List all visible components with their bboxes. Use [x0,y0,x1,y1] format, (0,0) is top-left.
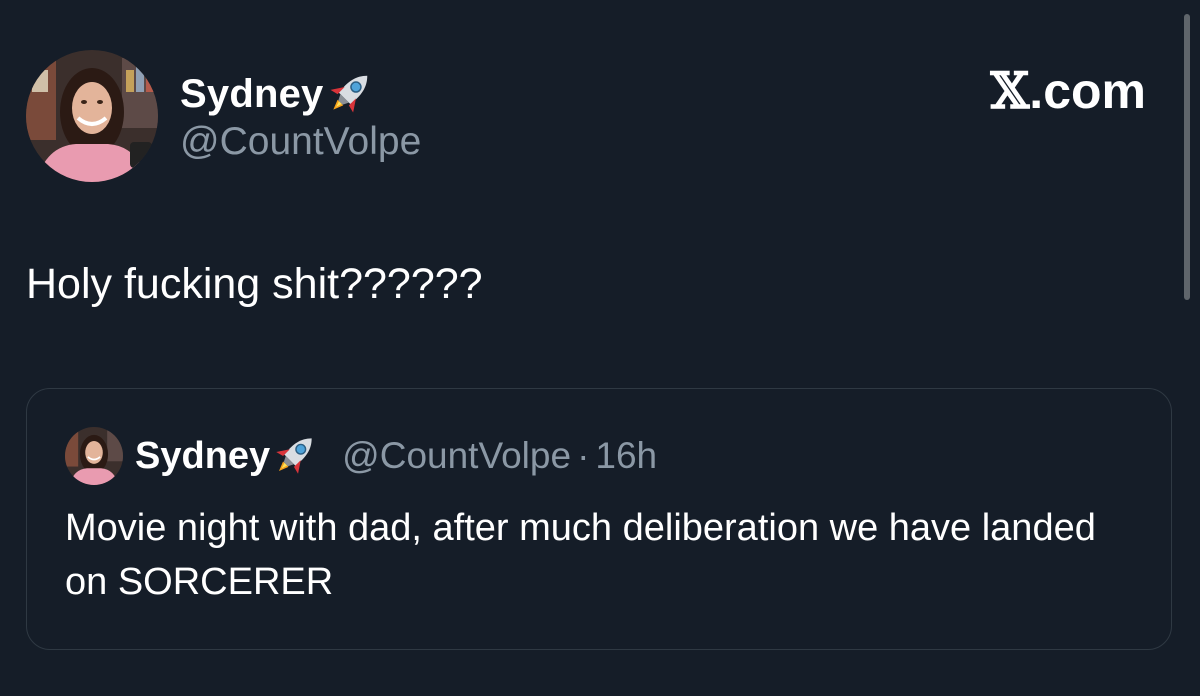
rocket-icon [324,65,378,124]
tweet-screenshot: Sydney @CountVolpe 𝕏 .com Holy fucking s… [0,0,1200,696]
author-name-row: Sydney [180,66,378,122]
quoted-tweet-text: Movie night with dad, after much deliber… [65,507,1096,603]
author-name[interactable]: Sydney [180,72,324,117]
quoted-avatar-photo [65,427,123,485]
scrollbar[interactable] [1184,14,1190,300]
tweet-text: Holy fucking shit?????? [26,260,483,308]
site-label: 𝕏 .com [991,62,1147,120]
author-handle[interactable]: @CountVolpe [180,120,421,164]
rocket-icon [270,428,322,485]
x-logo-icon: 𝕏 [990,61,1030,120]
quoted-author-avatar[interactable] [65,427,123,485]
author-avatar[interactable] [26,50,158,182]
quoted-author-name[interactable]: Sydney [135,435,270,478]
quoted-separator: · [577,435,590,476]
site-label-suffix: .com [1029,63,1146,119]
avatar-photo [26,50,158,182]
quoted-author-handle[interactable]: @CountVolpe [342,435,571,477]
quoted-tweet-card[interactable]: Sydney @CountVolpe · 16h Movie night wit… [26,388,1172,650]
quoted-timestamp[interactable]: 16h [595,435,657,477]
quoted-tweet-header: Sydney @CountVolpe · 16h [135,427,657,485]
